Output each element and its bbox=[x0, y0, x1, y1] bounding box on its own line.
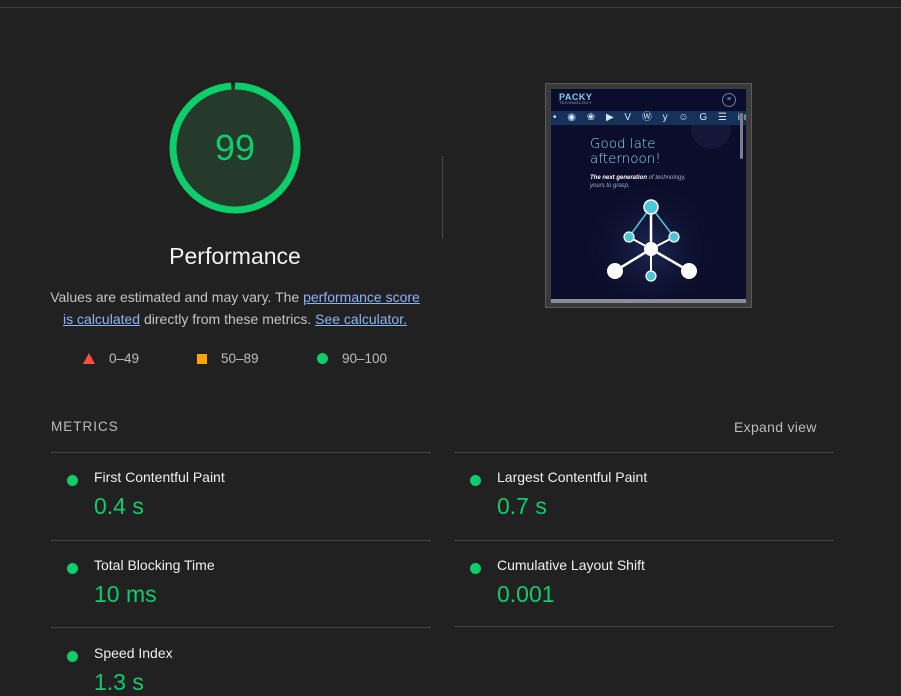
performance-score: 99 bbox=[214, 127, 256, 168]
tagline-line-2: yours to grasp. bbox=[590, 183, 630, 189]
description-text-middle: directly from these metrics. bbox=[140, 311, 316, 327]
thumbnail-bottom-bar bbox=[551, 299, 746, 303]
metric-cumulative-layout-shift: Cumulative Layout Shift 0.001 bbox=[454, 540, 834, 628]
final-screenshot-thumbnail[interactable]: PACKY TECHNOLOGY ≡ • ◉ ❀ ▶ V Ⓦ y ☺ G ☰ i… bbox=[545, 83, 752, 308]
legend-pass: 90–100 bbox=[317, 351, 387, 366]
metric-value: 0.4 s bbox=[94, 493, 144, 519]
performance-title: Performance bbox=[169, 243, 301, 269]
metric-largest-contentful-paint: Largest Contentful Paint 0.7 s bbox=[454, 452, 834, 540]
metric-title: Total Blocking Time bbox=[94, 557, 215, 573]
thumbnail-page: PACKY TECHNOLOGY ≡ • ◉ ❀ ▶ V Ⓦ y ☺ G ☰ i… bbox=[551, 89, 746, 303]
hamburger-icon: ≡ bbox=[722, 93, 736, 107]
pass-circle-icon bbox=[470, 563, 481, 574]
description-text-before: Values are estimated and may vary. The bbox=[50, 289, 304, 305]
metric-title: Largest Contentful Paint bbox=[497, 469, 648, 485]
pass-circle-icon bbox=[67, 563, 78, 574]
legend-average-label: 50–89 bbox=[221, 351, 259, 366]
metric-value: 0.001 bbox=[497, 581, 555, 607]
tagline-bold: The next generation bbox=[590, 175, 648, 181]
metric-speed-index: Speed Index 1.3 s bbox=[51, 628, 431, 695]
legend-pass-label: 90–100 bbox=[342, 351, 388, 366]
pass-circle-icon bbox=[67, 475, 78, 486]
performance-description: Values are estimated and may vary. The p… bbox=[45, 286, 425, 330]
legend-fail: 0–49 bbox=[83, 351, 139, 366]
metric-first-contentful-paint: First Contentful Paint 0.4 s bbox=[51, 452, 431, 540]
expand-view-button[interactable]: Expand view bbox=[734, 419, 817, 435]
metric-value: 10 ms bbox=[94, 581, 157, 607]
greeting-line-2: afternoon! bbox=[590, 151, 661, 167]
legend-average: 50–89 bbox=[197, 351, 259, 366]
circle-icon bbox=[317, 353, 328, 364]
metric-value: 0.7 s bbox=[497, 493, 547, 519]
metric-total-blocking-time: Total Blocking Time 10 ms bbox=[51, 540, 431, 628]
metrics-divider bbox=[454, 626, 834, 627]
metrics-header: METRICS bbox=[51, 419, 119, 434]
vertical-divider bbox=[442, 156, 443, 238]
greeting-heading: Good late afternoon! bbox=[590, 137, 661, 167]
greeting-line-1: Good late bbox=[590, 136, 656, 152]
packy-logo: PACKY TECHNOLOGY bbox=[559, 92, 592, 105]
top-divider bbox=[0, 7, 901, 8]
pass-circle-icon bbox=[67, 651, 78, 662]
logo-subtext: TECHNOLOGY bbox=[559, 100, 593, 105]
tagline: The next generation of technology, yours… bbox=[590, 174, 720, 190]
thumbnail-scrollbar bbox=[740, 113, 743, 159]
performance-gauge: 99 bbox=[168, 81, 302, 215]
metric-title: Cumulative Layout Shift bbox=[497, 557, 645, 573]
tech-icon-strip: • ◉ ❀ ▶ V Ⓦ y ☺ G ☰ in ● bbox=[551, 111, 746, 125]
score-legend: 0–49 50–89 90–100 bbox=[0, 351, 470, 371]
square-icon bbox=[197, 353, 207, 364]
see-calculator-link[interactable]: See calculator. bbox=[315, 311, 407, 327]
pass-circle-icon bbox=[470, 475, 481, 486]
legend-fail-label: 0–49 bbox=[109, 351, 140, 366]
metric-value: 1.3 s bbox=[94, 669, 144, 695]
thumbnail-navbar: PACKY TECHNOLOGY ≡ bbox=[551, 89, 746, 111]
triangle-icon bbox=[83, 353, 95, 364]
metric-title: First Contentful Paint bbox=[94, 469, 225, 485]
metric-title: Speed Index bbox=[94, 645, 173, 661]
tagline-rest: of technology, bbox=[647, 175, 686, 181]
